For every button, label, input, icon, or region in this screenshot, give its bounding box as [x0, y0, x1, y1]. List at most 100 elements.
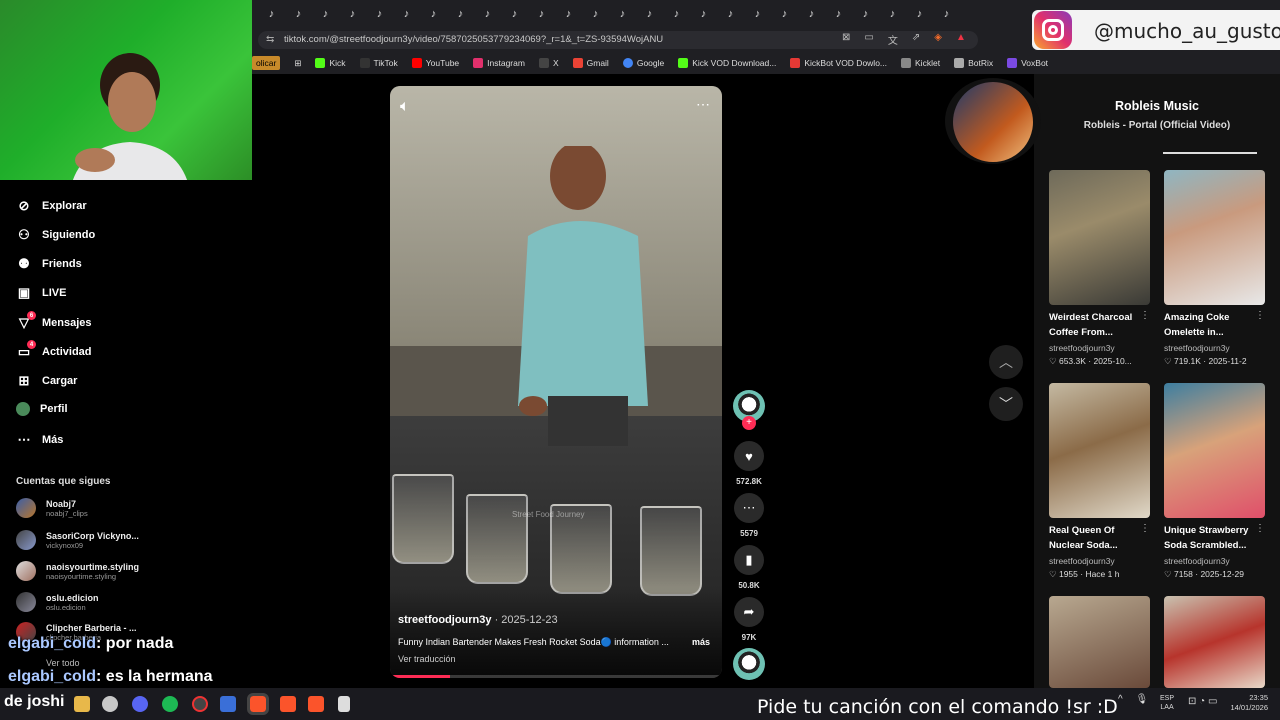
browser-tab[interactable]: ♪ — [582, 4, 609, 24]
browser-tab[interactable]: ♪ — [933, 4, 960, 24]
share-button[interactable]: ➦ 97K — [733, 597, 765, 642]
related-more-icon[interactable]: ⋮ — [1255, 310, 1265, 321]
bookmark-star-icon[interactable]: ⊠ — [842, 32, 850, 47]
bookmark-item[interactable]: Kick — [315, 58, 346, 68]
nav-siguiendo[interactable]: ⚇ Siguiendo — [16, 227, 95, 243]
chevron-up-icon[interactable]: ^ — [1118, 694, 1123, 705]
apps-icon[interactable]: ⊞ — [294, 58, 301, 69]
video-more-link[interactable]: más — [692, 637, 710, 647]
video-translate-link[interactable]: Ver traducción — [398, 654, 456, 664]
browser-tab[interactable]: ♪ — [798, 4, 825, 24]
bookmark-item[interactable]: Google — [622, 58, 664, 68]
related-more-icon[interactable]: ⋮ — [1140, 523, 1150, 534]
bookmark-item[interactable]: YouTube — [411, 58, 459, 68]
save-button[interactable]: ▮ 50.8K — [733, 545, 765, 590]
related-more-icon[interactable]: ⋮ — [1255, 523, 1265, 534]
browser-tab[interactable]: ♪ — [609, 4, 636, 24]
browser-tab[interactable]: ♪ — [474, 4, 501, 24]
browser-tab[interactable]: ♪ — [717, 4, 744, 24]
browser-tab[interactable]: ♪ — [312, 4, 339, 24]
app-icon[interactable] — [220, 696, 236, 712]
language-indicator[interactable]: ESP LAA — [1160, 694, 1174, 712]
related-video-author[interactable]: streetfoodjourn3y — [1164, 343, 1230, 353]
browser-tab[interactable]: ♪ — [501, 4, 528, 24]
related-video-title[interactable]: Amazing Coke Omelette in... — [1164, 310, 1256, 340]
bookmark-item[interactable]: VoxBot — [1007, 58, 1048, 68]
related-video-thumbnail[interactable] — [1164, 170, 1265, 305]
nav-cargar[interactable]: ⊞ Cargar — [16, 373, 78, 389]
related-video-thumbnail[interactable] — [1049, 383, 1150, 518]
browser-tab[interactable]: ♪ — [366, 4, 393, 24]
related-video-thumbnail[interactable] — [1049, 170, 1150, 305]
share-icon[interactable]: ⇗ — [912, 32, 920, 47]
browser-tab[interactable]: ♪ — [825, 4, 852, 24]
browser-tab[interactable]: ♪ — [447, 4, 474, 24]
bookmark-item[interactable]: TikTok — [359, 58, 398, 68]
browser-tab[interactable]: ♪ — [285, 4, 312, 24]
related-video-thumbnail[interactable] — [1049, 596, 1150, 688]
bookmark-item[interactable]: BotRix — [954, 58, 993, 68]
followed-account[interactable]: Noabj7 noabj7_clips — [16, 498, 88, 518]
previous-video-button[interactable]: ︿ — [989, 345, 1023, 379]
brave-browser-icon[interactable] — [247, 693, 269, 715]
brave-browser-icon[interactable] — [308, 696, 324, 712]
followed-account[interactable]: oslu.edicion oslu.edicion — [16, 592, 99, 612]
tray-icons[interactable]: ⊡ ◔ ▭ — [1188, 696, 1217, 707]
nav-live[interactable]: ▣ LIVE — [16, 285, 67, 301]
nav-explorar[interactable]: ⊘ Explorar — [16, 198, 87, 214]
related-video-title[interactable]: Unique Strawberry Soda Scrambled... — [1164, 523, 1256, 553]
browser-tab[interactable]: ♪ — [852, 4, 879, 24]
screen-icon[interactable]: ▭ — [864, 32, 873, 47]
browser-tab[interactable]: ♪ — [258, 4, 285, 24]
related-video-author[interactable]: streetfoodjourn3y — [1164, 556, 1230, 566]
site-info-icon[interactable]: ⇆ — [266, 31, 274, 49]
related-video-author[interactable]: streetfoodjourn3y — [1049, 343, 1115, 353]
microphone-icon[interactable]: 🎙︎ — [1135, 694, 1148, 705]
comment-button[interactable]: ⋯ 5579 — [733, 493, 765, 538]
video-player[interactable]: Street Food Journey 🔈︎ ⋯ streetfoodjourn… — [390, 86, 722, 678]
browser-tab[interactable]: ♪ — [528, 4, 555, 24]
browser-tab[interactable]: ♪ — [663, 4, 690, 24]
translate-icon[interactable]: 文 — [888, 32, 898, 47]
related-video-thumbnail[interactable] — [1164, 383, 1265, 518]
system-clock[interactable]: 23:35 14/01/2026 — [1224, 693, 1268, 713]
nav-actividad[interactable]: ▭ 4 Actividad — [16, 340, 92, 360]
nav-friends[interactable]: ⚉ Friends — [16, 256, 82, 272]
volume-icon[interactable]: 🔈︎ — [400, 98, 410, 116]
related-more-icon[interactable]: ⋮ — [1140, 310, 1150, 321]
browser-tab[interactable]: ♪ — [744, 4, 771, 24]
like-button[interactable]: ♥ 572.8K — [733, 441, 765, 486]
bookmark-item[interactable]: KickBot VOD Dowlo... — [790, 58, 887, 68]
bookmark-item[interactable]: Gmail — [572, 58, 609, 68]
followed-account[interactable]: naoisyourtime.styling naoisyourtime.styli… — [16, 561, 139, 581]
bookmark-item[interactable]: olicar — [252, 56, 281, 70]
bookmark-item[interactable]: Kick VOD Download... — [678, 58, 776, 68]
discord-icon[interactable] — [132, 696, 148, 712]
bookmark-item[interactable]: X — [538, 58, 559, 68]
related-video-title[interactable]: Real Queen Of Nuclear Soda... — [1049, 523, 1141, 553]
rewards-icon[interactable]: ▲ — [956, 32, 966, 47]
brave-browser-icon[interactable] — [280, 696, 296, 712]
nav-mensajes[interactable]: ▽ 6 Mensajes — [16, 311, 92, 331]
bookmark-item[interactable]: Kicklet — [901, 58, 940, 68]
browser-tab[interactable]: ♪ — [771, 4, 798, 24]
browser-tab[interactable]: ♪ — [879, 4, 906, 24]
document-icon[interactable] — [338, 696, 350, 712]
browser-tab[interactable]: ♪ — [420, 4, 447, 24]
related-video-author[interactable]: streetfoodjourn3y — [1049, 556, 1115, 566]
browser-tab[interactable]: ♪ — [393, 4, 420, 24]
file-explorer-icon[interactable] — [74, 696, 90, 712]
browser-tab[interactable]: ♪ — [906, 4, 933, 24]
video-progress-bar[interactable] — [390, 675, 722, 678]
app-icon[interactable] — [192, 696, 208, 712]
browser-tab[interactable]: ♪ — [555, 4, 582, 24]
browser-tab[interactable]: ♪ — [636, 4, 663, 24]
nav-mas[interactable]: ⋯ Más — [16, 432, 64, 448]
followed-account[interactable]: SasoriCorp Vickyno... vickynox09 — [16, 530, 139, 550]
bookmark-item[interactable]: Instagram — [473, 58, 525, 68]
next-video-button[interactable]: ﹀ — [989, 387, 1023, 421]
video-author[interactable]: streetfoodjourn3y · 2025-12-23 — [398, 614, 558, 626]
browser-tab[interactable]: ♪ — [339, 4, 366, 24]
video-menu-icon[interactable]: ⋯ — [696, 96, 710, 113]
see-all-link[interactable]: Ver todo — [46, 658, 80, 668]
